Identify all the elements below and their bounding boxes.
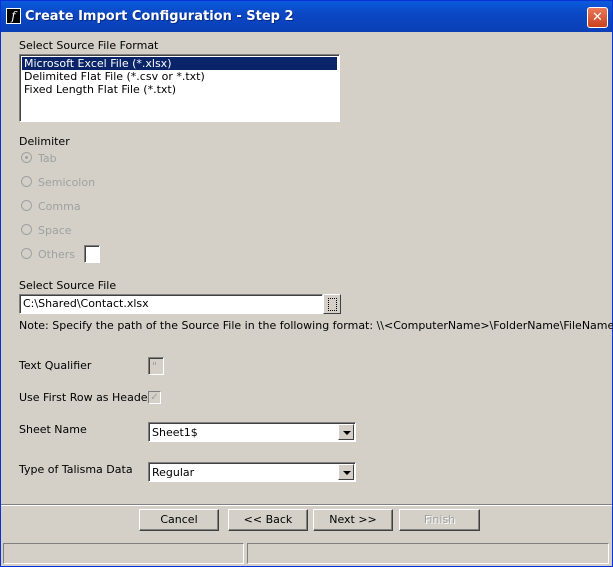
delimiter-label: Delimiter: [19, 135, 70, 148]
radio-tab[interactable]: [21, 152, 32, 163]
data-type-dropdown[interactable]: Regular: [148, 462, 356, 482]
close-button[interactable]: ✕: [587, 7, 608, 28]
radio-space[interactable]: [21, 224, 32, 235]
data-type-value: Regular: [152, 466, 195, 479]
chevron-down-icon[interactable]: [338, 424, 354, 440]
source-file-input[interactable]: C:\Shared\Contact.xlsx: [19, 294, 323, 314]
data-type-label: Type of Talisma Data: [19, 463, 133, 476]
text-qualifier-value: ": [152, 360, 158, 373]
format-option-delimited[interactable]: Delimited Flat File (*.csv or *.txt): [22, 70, 205, 83]
radio-others[interactable]: [21, 248, 32, 259]
app-icon: f: [6, 8, 21, 24]
radio-tab-label: Tab: [38, 152, 57, 165]
dialog-window: f Create Import Configuration - Step 2 ✕…: [0, 0, 613, 567]
status-bar: [1, 539, 612, 566]
sheet-name-label: Sheet Name: [19, 423, 87, 436]
browse-icon: [328, 298, 337, 311]
first-row-header-label: Use First Row as Header: [19, 391, 153, 404]
status-pane-right: [247, 543, 609, 564]
cancel-button[interactable]: Cancel: [139, 509, 219, 531]
source-file-label: Select Source File: [19, 279, 117, 292]
text-qualifier-label: Text Qualifier: [19, 359, 92, 372]
finish-button[interactable]: Finish: [399, 509, 480, 531]
source-format-label: Select Source File Format: [19, 39, 159, 52]
radio-comma-label: Comma: [38, 200, 81, 213]
radio-space-label: Space: [38, 224, 72, 237]
browse-button[interactable]: [323, 294, 341, 314]
first-row-header-checkbox[interactable]: ✓: [148, 391, 161, 404]
back-button[interactable]: << Back: [228, 509, 308, 531]
source-file-value: C:\Shared\Contact.xlsx: [23, 297, 149, 310]
status-pane-left: [3, 543, 244, 564]
radio-comma[interactable]: [21, 200, 32, 211]
radio-semicolon-label: Semicolon: [38, 176, 96, 189]
radio-others-label: Others: [38, 248, 75, 261]
button-bar: Cancel << Back Next >> Finish: [1, 506, 612, 539]
sheet-name-dropdown[interactable]: Sheet1$: [148, 422, 356, 442]
format-option-excel[interactable]: Microsoft Excel File (*.xlsx): [22, 57, 337, 70]
chevron-down-icon[interactable]: [338, 464, 354, 480]
others-delimiter-input[interactable]: [84, 245, 100, 263]
source-file-note: Note: Specify the path of the Source Fil…: [19, 319, 613, 332]
next-button[interactable]: Next >>: [313, 509, 393, 531]
format-option-fixed-length[interactable]: Fixed Length Flat File (*.txt): [22, 83, 176, 96]
radio-semicolon[interactable]: [21, 176, 32, 187]
sheet-name-value: Sheet1$: [152, 426, 198, 439]
source-format-listbox[interactable]: Microsoft Excel File (*.xlsx) Delimited …: [19, 54, 340, 122]
title-bar: f Create Import Configuration - Step 2 ✕: [1, 1, 612, 32]
dialog-content: Select Source File Format Microsoft Exce…: [1, 32, 613, 504]
text-qualifier-input[interactable]: ": [148, 357, 164, 375]
window-title: Create Import Configuration - Step 2: [25, 9, 294, 24]
